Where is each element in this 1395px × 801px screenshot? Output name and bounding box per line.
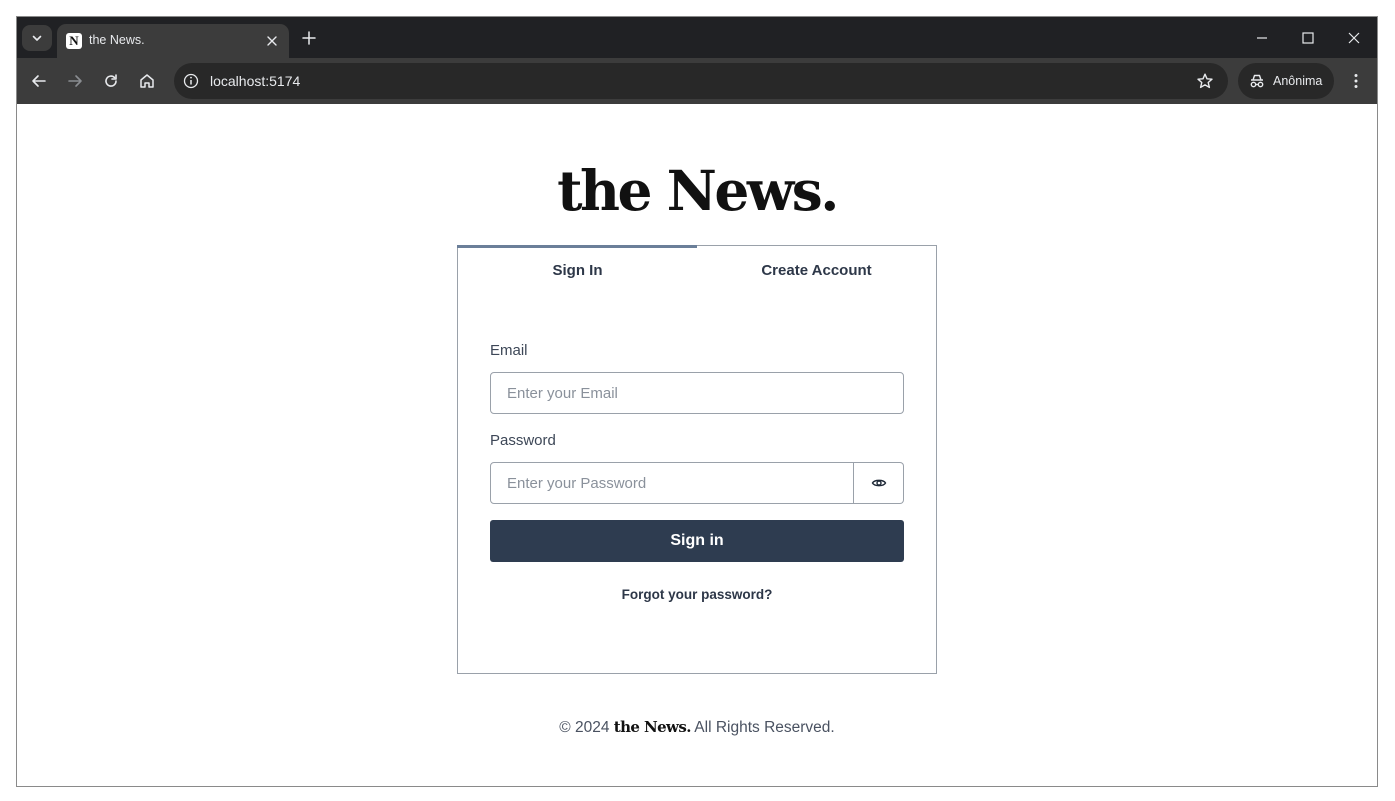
profile-label: Anônima bbox=[1273, 74, 1323, 88]
home-icon[interactable] bbox=[138, 72, 156, 90]
email-label: Email bbox=[490, 342, 528, 359]
new-tab-icon[interactable] bbox=[301, 30, 317, 46]
site-logo: the News. bbox=[557, 158, 839, 223]
reload-icon[interactable] bbox=[102, 72, 120, 90]
incognito-profile-button[interactable]: Anônima bbox=[1238, 63, 1334, 99]
bookmark-star-icon[interactable] bbox=[1196, 72, 1214, 90]
sign-in-button[interactable]: Sign in bbox=[490, 520, 904, 562]
browser-window: N the News. localhost:5174 Anônima the N… bbox=[16, 16, 1378, 787]
chevron-down-icon bbox=[32, 35, 42, 41]
maximize-icon[interactable] bbox=[1300, 30, 1316, 46]
incognito-icon bbox=[1250, 74, 1264, 88]
active-tab-indicator bbox=[457, 245, 697, 248]
tab-title: the News. bbox=[89, 33, 145, 47]
page-content: the News. Sign In Create Account Email P… bbox=[17, 104, 1377, 786]
site-info-icon[interactable] bbox=[182, 72, 200, 90]
tab-strip: N the News. bbox=[17, 17, 1377, 58]
forward-icon[interactable] bbox=[66, 72, 84, 90]
close-tab-icon[interactable] bbox=[264, 33, 280, 49]
eye-icon bbox=[871, 479, 886, 487]
footer-brand: the News. bbox=[613, 718, 692, 736]
url-text[interactable]: localhost:5174 bbox=[210, 73, 300, 89]
tab-search-button[interactable] bbox=[22, 25, 52, 51]
minimize-icon[interactable] bbox=[1254, 30, 1270, 46]
toggle-password-visibility-button[interactable] bbox=[854, 462, 904, 504]
auth-card: Sign In Create Account Email Password Si… bbox=[457, 245, 937, 674]
footer-copyright: © 2024 bbox=[559, 719, 610, 736]
address-bar[interactable]: localhost:5174 bbox=[174, 63, 1228, 99]
browser-toolbar: localhost:5174 Anônima bbox=[17, 58, 1377, 104]
tab-create-account[interactable]: Create Account bbox=[697, 262, 936, 279]
footer-rights: All Rights Reserved. bbox=[694, 719, 835, 736]
close-window-icon[interactable] bbox=[1346, 30, 1362, 46]
browser-tab[interactable]: N the News. bbox=[57, 24, 289, 58]
forgot-password-link[interactable]: Forgot your password? bbox=[458, 587, 936, 602]
password-label: Password bbox=[490, 432, 556, 449]
favicon-icon: N bbox=[66, 33, 82, 49]
footer: © 2024 the News. All Rights Reserved. bbox=[17, 718, 1377, 737]
more-menu-icon[interactable] bbox=[1347, 72, 1365, 90]
back-icon[interactable] bbox=[30, 72, 48, 90]
tab-sign-in[interactable]: Sign In bbox=[458, 262, 697, 279]
password-input[interactable] bbox=[490, 462, 854, 504]
email-input[interactable] bbox=[490, 372, 904, 414]
